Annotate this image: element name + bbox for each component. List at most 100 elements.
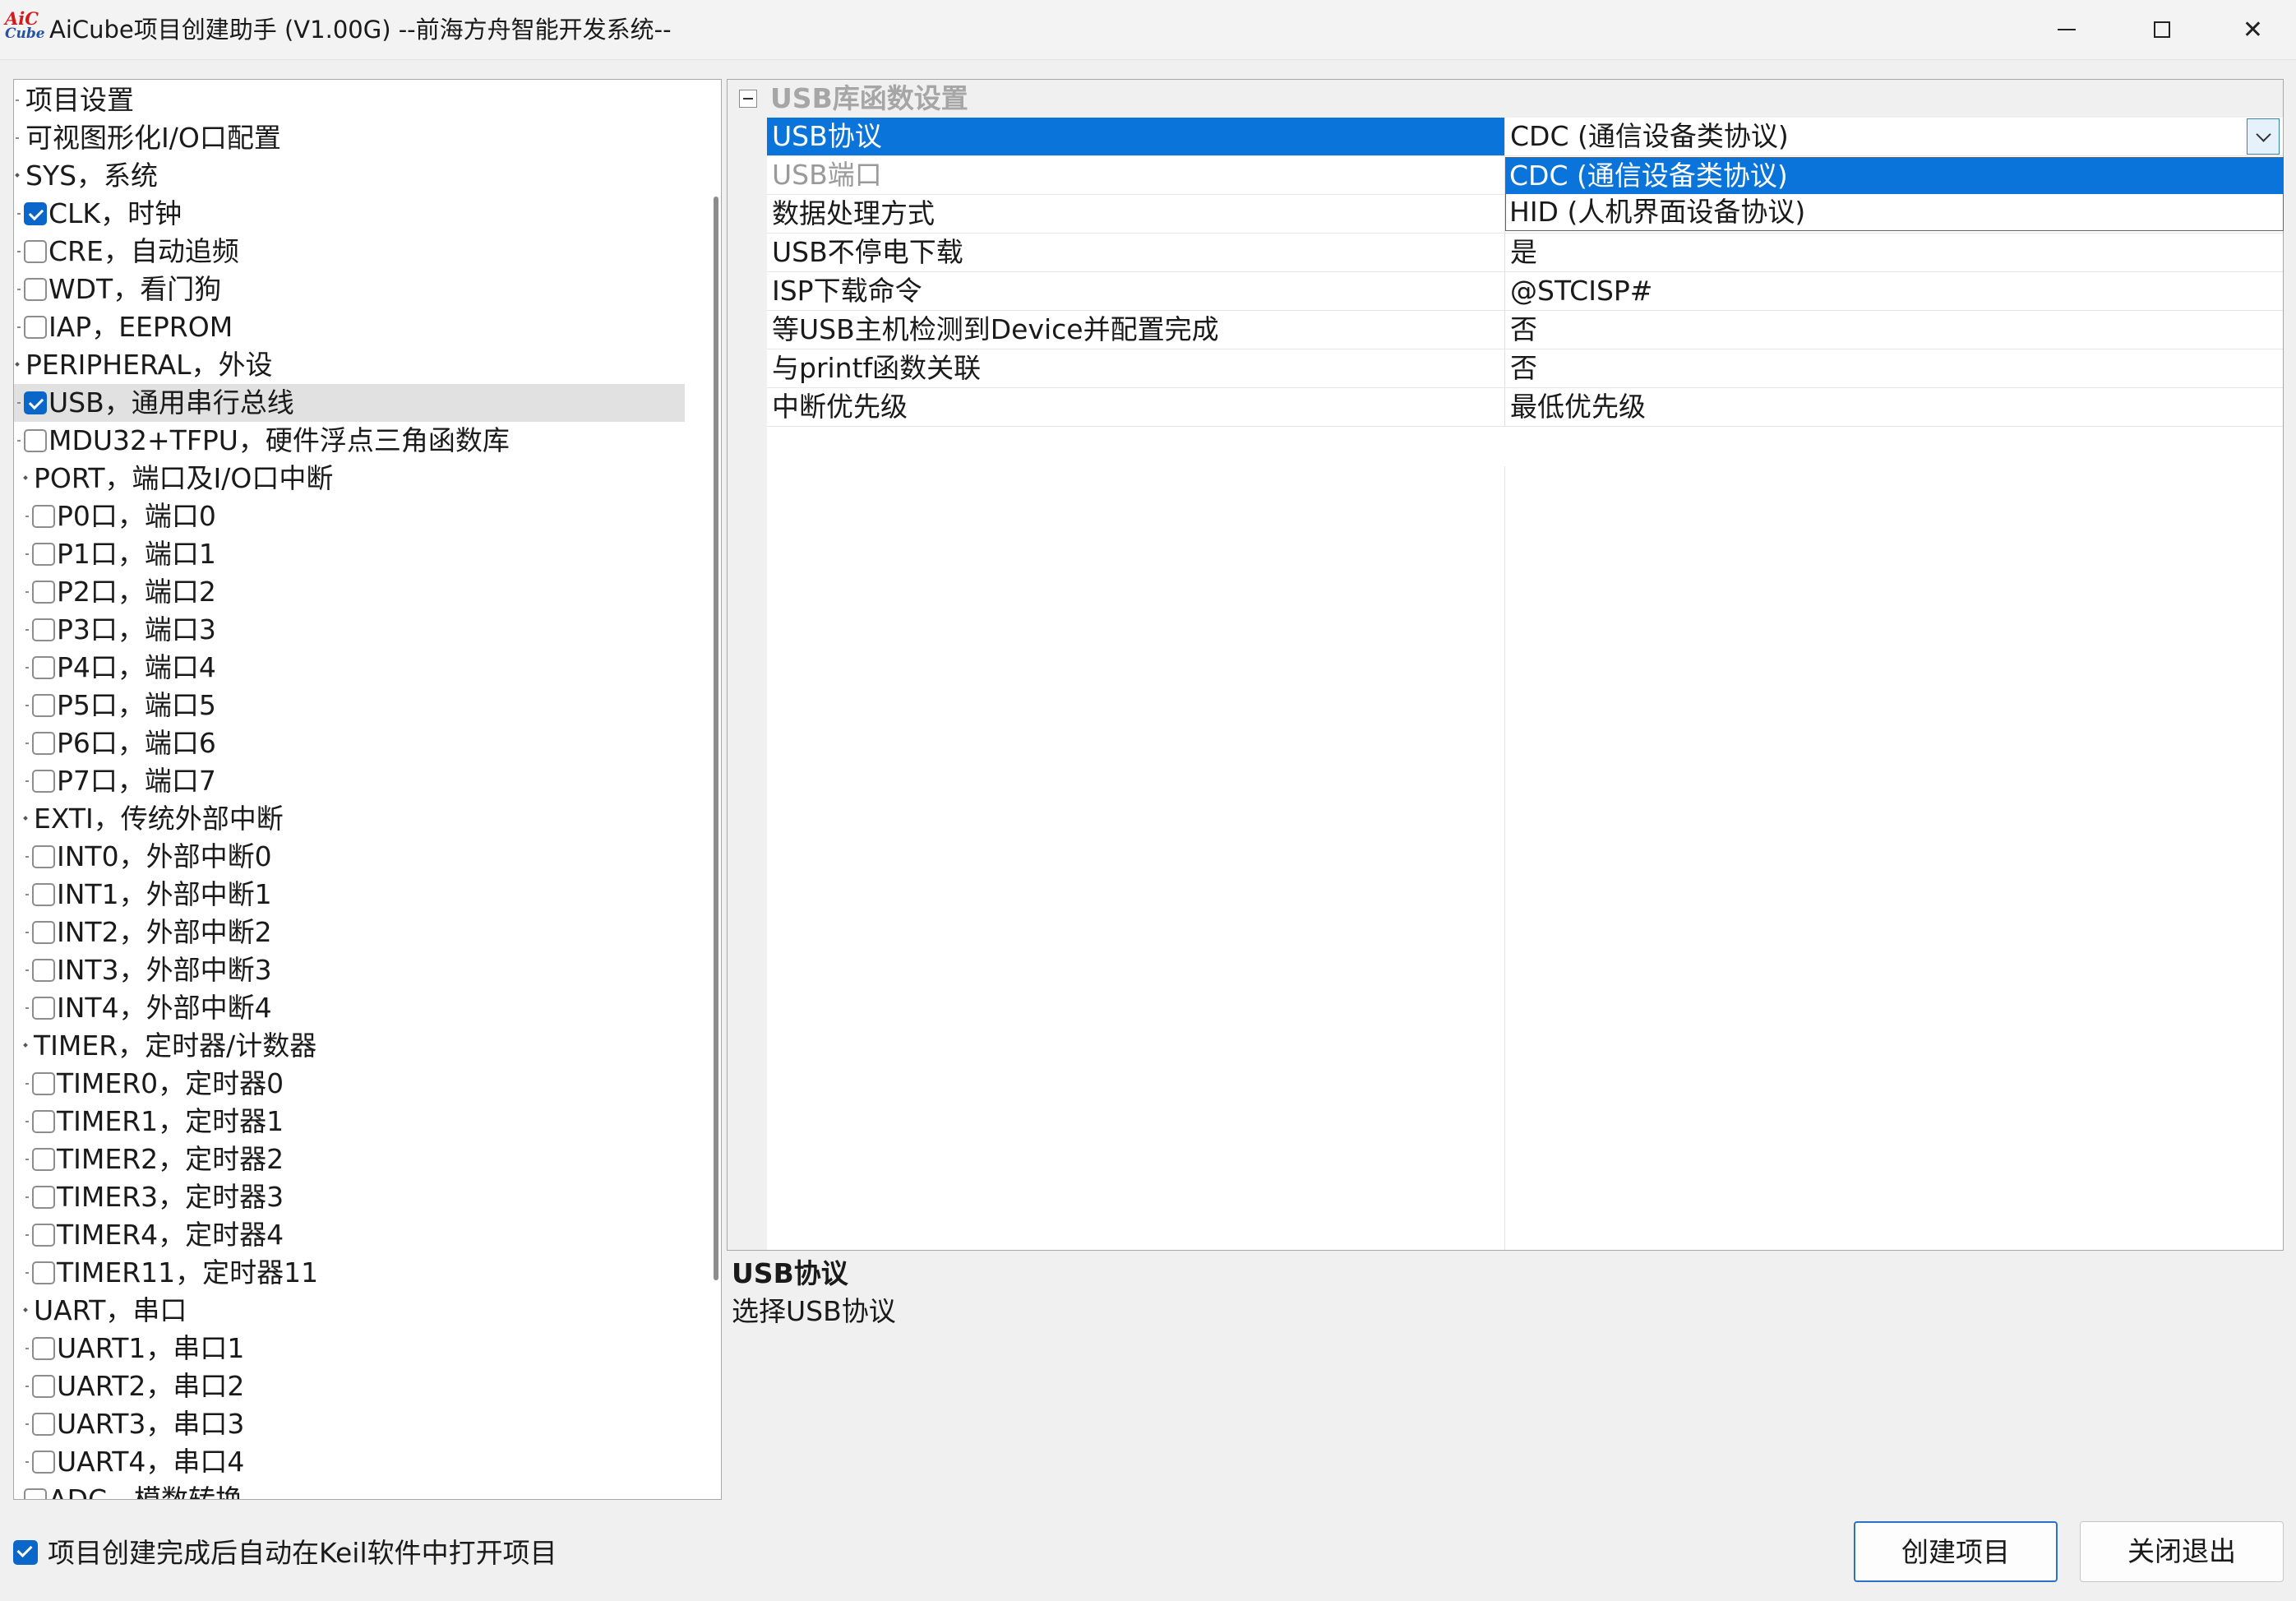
property-name[interactable]: ISP下载命令: [767, 272, 1504, 310]
close-button[interactable]: ✕: [2210, 0, 2296, 59]
tree-group[interactable]: SYS，系统: [14, 157, 685, 195]
tree-checkbox[interactable]: [32, 1261, 55, 1284]
tree-checkbox[interactable]: [32, 1186, 55, 1209]
tree-item[interactable]: UART1，串口1: [14, 1330, 685, 1367]
tree-checkbox[interactable]: [32, 1148, 55, 1171]
tree-item[interactable]: MDU32+TFPU，硬件浮点三角函数库: [14, 422, 685, 460]
auto-open-checkbox[interactable]: [13, 1540, 38, 1565]
property-row[interactable]: USB不停电下载是: [767, 234, 2283, 272]
property-row[interactable]: USB协议 CDC (通信设备类协议): [767, 118, 2283, 156]
dropdown-option-cdc[interactable]: CDC (通信设备类协议): [1506, 158, 2283, 194]
property-name[interactable]: 与printf函数关联: [767, 349, 1504, 387]
tree-checkbox[interactable]: [32, 997, 55, 1020]
tree-item[interactable]: ADC，模数转换: [14, 1481, 685, 1499]
tree-item[interactable]: UART2，串口2: [14, 1367, 685, 1405]
tree-item[interactable]: TIMER3，定时器3: [14, 1178, 685, 1216]
collapse-icon[interactable]: [739, 90, 757, 108]
create-project-button[interactable]: 创建项目: [1854, 1521, 2058, 1582]
tree-checkbox[interactable]: [32, 732, 55, 755]
property-name[interactable]: 数据处理方式: [767, 195, 1504, 233]
tree-item[interactable]: P3口，端口3: [14, 611, 685, 649]
property-value[interactable]: @STCISP#: [1504, 272, 2283, 310]
property-value[interactable]: 最低优先级: [1504, 388, 2283, 426]
property-name[interactable]: 等USB主机检测到Device并配置完成: [767, 311, 1504, 349]
tree-item[interactable]: 项目设置: [14, 81, 685, 119]
tree-item[interactable]: TIMER0，定时器0: [14, 1065, 685, 1103]
tree-checkbox[interactable]: [32, 1110, 55, 1133]
tree-item[interactable]: CRE，自动追频: [14, 233, 685, 271]
tree-item[interactable]: UART4，串口4: [14, 1443, 685, 1481]
property-name[interactable]: USB端口: [767, 156, 1504, 194]
property-value[interactable]: CDC (通信设备类协议): [1504, 118, 2283, 155]
tree-group[interactable]: PERIPHERAL，外设: [14, 346, 685, 384]
tree-checkbox[interactable]: [24, 429, 47, 452]
tree-item[interactable]: P0口，端口0: [14, 497, 685, 535]
tree-item[interactable]: P5口，端口5: [14, 687, 685, 724]
property-name[interactable]: 中断优先级: [767, 388, 1504, 426]
tree-checkbox[interactable]: [24, 278, 47, 301]
tree-group[interactable]: PORT，端口及I/O口中断: [14, 460, 685, 497]
tree-item[interactable]: UART3，串口3: [14, 1405, 685, 1443]
tree-item[interactable]: P2口，端口2: [14, 573, 685, 611]
tree-checkbox[interactable]: [32, 505, 55, 528]
tree-checkbox[interactable]: [32, 770, 55, 793]
tree-checkbox[interactable]: [32, 618, 55, 641]
tree-item[interactable]: P4口，端口4: [14, 649, 685, 687]
tree-checkbox[interactable]: [32, 581, 55, 604]
tree-item[interactable]: WDT，看门狗: [14, 271, 685, 308]
tree-checkbox[interactable]: [24, 202, 47, 225]
tree-checkbox[interactable]: [32, 1413, 55, 1436]
property-value[interactable]: 是: [1504, 234, 2283, 271]
property-value[interactable]: 否: [1504, 311, 2283, 349]
tree-item[interactable]: TIMER2，定时器2: [14, 1141, 685, 1178]
expand-icon[interactable]: [24, 476, 29, 481]
minimize-button[interactable]: [2019, 0, 2114, 59]
expand-icon[interactable]: [16, 363, 21, 368]
module-tree[interactable]: 项目设置 可视图形化I/O口配置 SYS，系统 CLK，时钟 CRE，自动追频 WDT，看…: [13, 79, 722, 1500]
property-value[interactable]: 否: [1504, 349, 2283, 387]
property-row[interactable]: 中断优先级 最低优先级: [767, 388, 2283, 427]
property-name[interactable]: USB不停电下载: [767, 234, 1504, 271]
category-header[interactable]: USB库函数设置: [728, 80, 2283, 118]
tree-item[interactable]: INT2，外部中断2: [14, 914, 685, 951]
property-row[interactable]: ISP下载命令 @STCISP#: [767, 272, 2283, 311]
expand-icon[interactable]: [24, 1308, 29, 1313]
tree-item[interactable]: P6口，端口6: [14, 724, 685, 762]
tree-checkbox[interactable]: [32, 959, 55, 982]
tree-item[interactable]: INT3，外部中断3: [14, 951, 685, 989]
column-divider[interactable]: [1504, 466, 1505, 1330]
tree-scrollbar[interactable]: [714, 197, 718, 1280]
tree-checkbox[interactable]: [32, 543, 55, 566]
property-row[interactable]: 与printf函数关联否: [767, 349, 2283, 388]
tree-checkbox[interactable]: [32, 883, 55, 906]
tree-checkbox[interactable]: [32, 1072, 55, 1095]
maximize-button[interactable]: [2114, 0, 2210, 59]
tree-item[interactable]: P7口，端口7: [14, 762, 685, 800]
usb-protocol-dropdown-button[interactable]: [2247, 118, 2280, 155]
tree-item[interactable]: CLK，时钟: [14, 195, 685, 233]
tree-item[interactable]: USB，通用串行总线: [14, 384, 685, 422]
tree-checkbox[interactable]: [32, 1337, 55, 1360]
expand-icon[interactable]: [24, 1043, 29, 1048]
close-exit-button[interactable]: 关闭退出: [2080, 1521, 2284, 1582]
tree-item[interactable]: IAP，EEPROM: [14, 308, 685, 346]
tree-checkbox[interactable]: [32, 845, 55, 868]
tree-item[interactable]: INT0，外部中断0: [14, 838, 685, 876]
tree-item[interactable]: TIMER11，定时器11: [14, 1254, 685, 1292]
tree-item[interactable]: INT1，外部中断1: [14, 876, 685, 914]
dropdown-option-hid[interactable]: HID (人机界面设备协议): [1506, 194, 2283, 230]
tree-item[interactable]: 可视图形化I/O口配置: [14, 119, 685, 157]
tree-checkbox[interactable]: [32, 694, 55, 717]
tree-item[interactable]: TIMER1，定时器1: [14, 1103, 685, 1141]
tree-checkbox[interactable]: [32, 1375, 55, 1398]
tree-item[interactable]: P1口，端口1: [14, 535, 685, 573]
tree-checkbox[interactable]: [24, 391, 47, 414]
tree-checkbox[interactable]: [32, 656, 55, 679]
expand-icon[interactable]: [24, 817, 29, 821]
tree-group[interactable]: EXTI，传统外部中断: [14, 800, 685, 838]
tree-group[interactable]: TIMER，定时器/计数器: [14, 1027, 685, 1065]
tree-checkbox[interactable]: [32, 921, 55, 944]
tree-checkbox[interactable]: [32, 1451, 55, 1474]
tree-checkbox[interactable]: [24, 240, 47, 263]
tree-item[interactable]: TIMER4，定时器4: [14, 1216, 685, 1254]
